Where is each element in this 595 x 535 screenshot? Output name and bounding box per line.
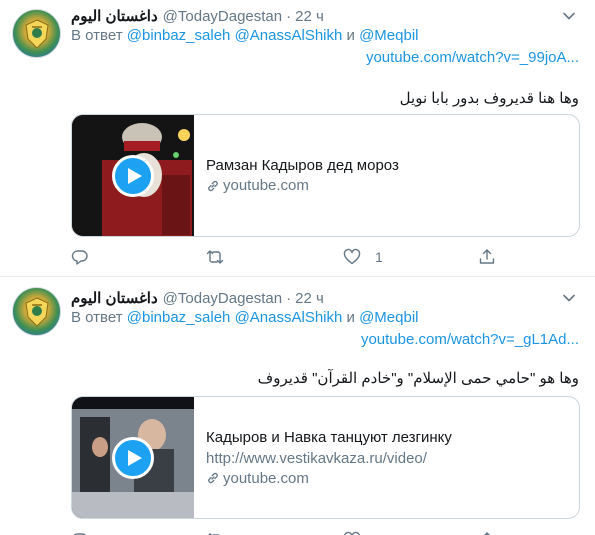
url-link[interactable]: youtube.com/watch?v=_gL1Ad... <box>361 331 579 348</box>
mention-link[interactable]: @Meqbil <box>359 309 418 326</box>
tweet-text: وها هو "حامي حمى الإسلام" و"خادم القرآن"… <box>257 370 579 387</box>
tweet[interactable]: داغستان اليوم @TodayDagestan · 22 ч В от… <box>0 278 595 535</box>
share-icon <box>479 249 495 264</box>
share-button[interactable] <box>478 248 496 266</box>
like-icon <box>343 531 361 535</box>
reply-and: и <box>346 309 355 326</box>
reply-button[interactable] <box>71 248 89 266</box>
reply-prefix: В ответ <box>71 27 123 44</box>
author-handle[interactable]: @TodayDagestan <box>163 8 282 25</box>
separator-dot: · <box>286 289 292 307</box>
avatar[interactable] <box>12 9 61 58</box>
card-thumbnail <box>72 397 194 518</box>
play-button[interactable] <box>112 436 154 479</box>
timestamp[interactable]: 22 ч <box>295 290 324 307</box>
reply-prefix: В ответ <box>71 309 123 326</box>
mention-link[interactable]: @AnassAlShikh <box>235 309 343 326</box>
reply-to-line: В ответ @binbaz_saleh @AnassAlShikh и @M… <box>71 309 419 326</box>
tweet-url: youtube.com/watch?v=_99joA... <box>366 49 579 66</box>
emblem-icon <box>24 18 49 49</box>
reply-icon <box>73 533 86 535</box>
chevron-down-icon[interactable] <box>561 8 577 24</box>
card-thumbnail <box>72 115 194 236</box>
link-icon <box>208 180 218 191</box>
mention-link[interactable]: @binbaz_saleh <box>127 27 231 44</box>
like-icon <box>343 248 361 265</box>
card-domain: youtube.com <box>206 470 567 487</box>
link-icon <box>208 472 218 484</box>
tweet-actions <box>71 530 501 535</box>
author-name[interactable]: داغستان اليوم <box>71 7 158 25</box>
share-icon <box>484 532 490 535</box>
share-button[interactable] <box>478 531 496 535</box>
chevron-down-icon[interactable] <box>561 290 577 306</box>
tweet-actions: 1 <box>71 247 501 267</box>
like-button[interactable] <box>343 531 361 535</box>
tweet[interactable]: داغستان اليوم @TodayDagestan · 22 ч В от… <box>0 0 595 277</box>
card-domain-text: youtube.com <box>223 177 309 194</box>
reply-icon <box>71 250 88 265</box>
reply-button[interactable] <box>71 531 89 535</box>
avatar[interactable] <box>12 287 61 336</box>
card-domain-text: youtube.com <box>223 469 309 487</box>
mention-link[interactable]: @AnassAlShikh <box>235 27 343 44</box>
link-card[interactable]: Кадыров и Навка танцуют лезгинку http://… <box>71 396 580 519</box>
like-button[interactable]: 1 <box>343 248 383 266</box>
timestamp[interactable]: 22 ч <box>295 8 324 25</box>
retweet-button[interactable] <box>206 248 224 266</box>
tweet-header: داغستان اليوم @TodayDagestan · 22 ч <box>71 288 324 308</box>
card-description: http://www.vestikavkaza.ru/video/ <box>206 449 427 467</box>
retweet-icon <box>206 250 224 264</box>
card-domain: youtube.com <box>206 177 567 194</box>
retweet-button[interactable] <box>206 531 224 535</box>
card-title: Рамзан Кадыров дед мороз <box>206 157 399 174</box>
author-name[interactable]: داغستان اليوم <box>71 289 158 307</box>
link-card[interactable]: Рамзан Кадыров дед мороз youtube.com <box>71 114 580 237</box>
tweet-text: وها هنا قديروف بدور بابا نويل <box>399 90 579 107</box>
reply-to-line: В ответ @binbaz_saleh @AnassAlShikh и @M… <box>71 27 419 44</box>
tweet-header: داغستان اليوم @TodayDagestan · 22 ч <box>71 6 324 26</box>
play-button[interactable] <box>112 154 154 197</box>
like-count: 1 <box>375 249 383 265</box>
mention-link[interactable]: @binbaz_saleh <box>127 309 231 326</box>
url-link[interactable]: youtube.com/watch?v=_99joA... <box>366 49 579 66</box>
card-body: Рамзан Кадыров дед мороз youtube.com <box>206 115 567 236</box>
author-handle[interactable]: @TodayDagestan <box>163 290 282 307</box>
separator-dot: · <box>286 7 292 25</box>
play-icon <box>127 449 142 466</box>
mention-link[interactable]: @Meqbil <box>359 27 418 44</box>
retweet-icon <box>208 533 220 535</box>
tweet-url: youtube.com/watch?v=_gL1Ad... <box>361 331 579 348</box>
card-body: Кадыров и Навка танцуют лезгинку http://… <box>206 397 567 518</box>
card-title: Кадыров и Навка танцуют лезгинку <box>206 428 452 446</box>
reply-and: и <box>346 27 355 44</box>
emblem-icon <box>24 296 49 327</box>
play-icon <box>127 167 142 184</box>
